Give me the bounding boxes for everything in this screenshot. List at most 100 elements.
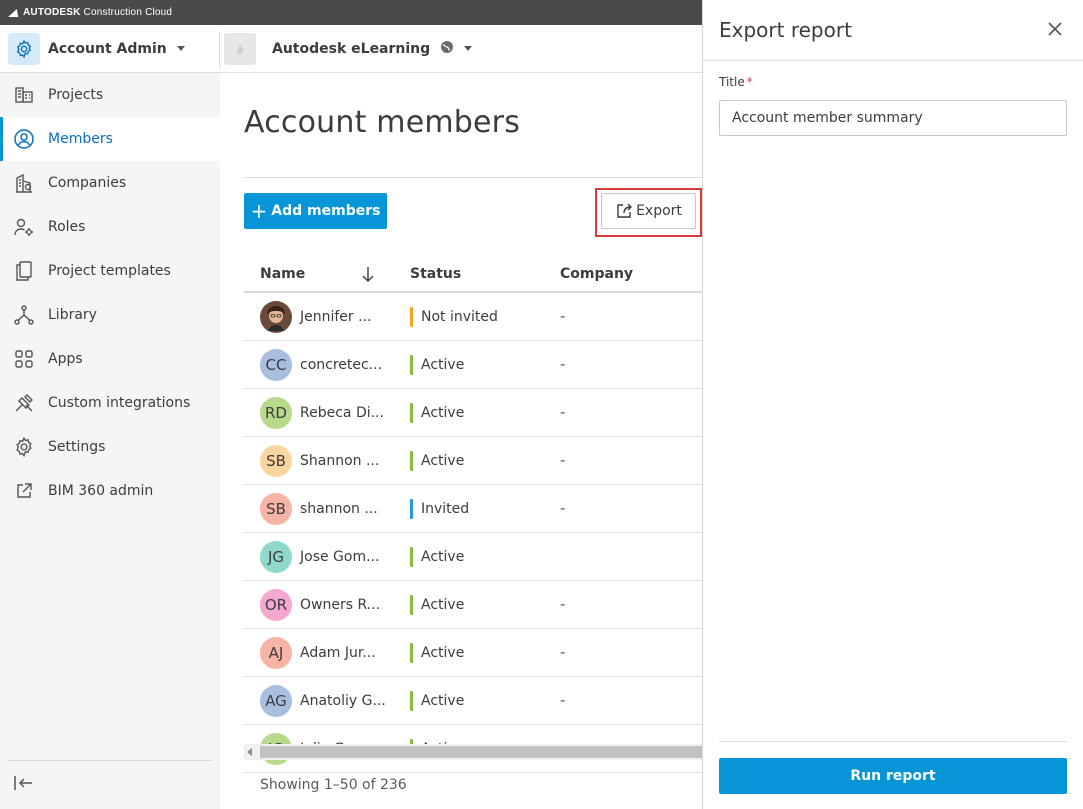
sidebar-item-companies[interactable]: Companies — [0, 161, 220, 205]
sidebar-item-settings[interactable]: Settings — [0, 425, 220, 469]
companies-icon — [13, 172, 35, 194]
company-cell: - — [560, 645, 566, 661]
apps-icon — [13, 348, 35, 370]
status-text: Active — [421, 453, 465, 469]
status-cell: Invited — [410, 499, 469, 519]
table-row[interactable]: CC concretec... Active - — [244, 341, 702, 389]
title-divider — [244, 177, 702, 178]
table-row[interactable]: AJ Adam Jur... Active - — [244, 629, 702, 677]
sidebar-item-label: Library — [48, 307, 97, 323]
status-cell: Active — [410, 547, 464, 567]
sidebar-item-label: Custom integrations — [48, 395, 191, 411]
run-report-button[interactable]: Run report — [719, 758, 1067, 794]
members-icon — [13, 128, 35, 150]
column-header-status[interactable]: Status — [410, 255, 461, 293]
sidebar-item-projects[interactable]: Projects — [0, 73, 220, 117]
member-name[interactable]: Anatoliy G... — [300, 677, 386, 725]
member-name[interactable]: Shannon ... — [300, 437, 379, 485]
column-header-company[interactable]: Company — [560, 255, 633, 293]
settings-icon — [13, 436, 35, 458]
scroll-left-icon[interactable] — [247, 748, 252, 756]
status-text: Active — [421, 645, 465, 661]
chevron-down-icon — [176, 46, 185, 51]
table-row[interactable]: JG Jose Gom... Active — [244, 533, 702, 581]
export-icon — [615, 202, 633, 220]
collapse-sidebar-icon[interactable] — [12, 771, 36, 795]
title-field-label-text: Title — [719, 75, 745, 89]
avatar: JG — [260, 541, 292, 573]
avatar — [260, 301, 292, 333]
pagination-summary: Showing 1–50 of 236 — [260, 777, 407, 793]
table-row[interactable]: RD Rebeca Di... Active - — [244, 389, 702, 437]
status-text: Invited — [421, 501, 470, 517]
external-link-icon — [13, 480, 35, 502]
sort-down-icon[interactable] — [362, 255, 374, 293]
brand-product: Construction Cloud — [83, 7, 173, 18]
sidebar-item-roles[interactable]: Roles — [0, 205, 220, 249]
avatar: CC — [260, 349, 292, 381]
horizontal-scrollbar[interactable] — [244, 744, 702, 760]
column-header-name[interactable]: Name — [260, 255, 305, 293]
sidebar-item-label: Members — [48, 131, 113, 147]
table-row[interactable]: SB shannon ... Invited - — [244, 485, 702, 533]
run-report-label: Run report — [850, 768, 936, 784]
status-indicator — [410, 691, 413, 711]
member-name[interactable]: Adam Jur... — [300, 629, 376, 677]
sidebar-item-label: BIM 360 admin — [48, 483, 154, 499]
table-row[interactable]: OR Owners R... Active - — [244, 581, 702, 629]
table-row[interactable]: Jennifer ... Not invited - — [244, 293, 702, 341]
member-name[interactable]: shannon ... — [300, 485, 378, 533]
sidebar-item-library[interactable]: Library — [0, 293, 220, 337]
sidebar-item-project-templates[interactable]: Project templates — [0, 249, 220, 293]
status-text: Not invited — [421, 309, 498, 325]
status-text: Active — [421, 357, 465, 373]
status-indicator — [410, 643, 413, 663]
sidebar-item-custom-integrations[interactable]: Custom integrations — [0, 381, 220, 425]
main-content: Account members + Add members Export Nam… — [220, 73, 702, 809]
header-divider — [219, 31, 220, 67]
member-name[interactable]: concretec... — [300, 341, 382, 389]
close-icon[interactable] — [1046, 20, 1064, 38]
title-field-label: Title * — [719, 75, 753, 89]
project-selector[interactable]: Autodesk eLearning — [224, 25, 473, 72]
add-members-label: Add members — [271, 203, 381, 219]
account-selector[interactable]: Account Admin — [0, 25, 220, 72]
sidebar-divider — [8, 760, 212, 761]
export-report-panel: Export report Title* Run report — [702, 0, 1083, 809]
scrollbar-thumb[interactable] — [260, 746, 702, 758]
status-cell: Active — [410, 691, 464, 711]
report-title-input[interactable] — [719, 100, 1067, 136]
sidebar-item-bim360-admin[interactable]: BIM 360 admin — [0, 469, 220, 513]
table-row[interactable]: AG Anatoliy G... Active - — [244, 677, 702, 725]
column-status-label: Status — [410, 266, 462, 282]
templates-icon — [13, 260, 35, 282]
add-members-button[interactable]: + Add members — [244, 193, 387, 229]
plus-icon: + — [250, 199, 268, 223]
avatar: AJ — [260, 637, 292, 669]
autodesk-logo[interactable]: AUTODESK Construction Cloud — [10, 7, 172, 18]
globe-icon — [440, 40, 454, 58]
sidebar-item-apps[interactable]: Apps — [0, 337, 220, 381]
member-name[interactable]: Jennifer ... — [300, 293, 371, 341]
sidebar-item-members[interactable]: Members — [0, 117, 220, 161]
export-label: Export — [636, 203, 682, 219]
table-row[interactable]: SB Shannon ... Active - — [244, 437, 702, 485]
status-cell: Active — [410, 403, 464, 423]
status-text: Active — [421, 597, 465, 613]
status-indicator — [410, 403, 413, 423]
top-header: Account Admin Autodesk eLearning — [0, 25, 702, 73]
member-name[interactable]: Owners R... — [300, 581, 380, 629]
sidebar-item-label: Companies — [48, 175, 127, 191]
library-icon — [13, 304, 35, 326]
member-name[interactable]: Rebeca Di... — [300, 389, 384, 437]
integrations-icon — [13, 392, 35, 414]
chevron-down-icon — [464, 46, 473, 51]
panel-header-divider — [703, 60, 1083, 61]
avatar: OR — [260, 589, 292, 621]
export-button[interactable]: Export — [601, 193, 696, 229]
member-name[interactable]: Jose Gom... — [300, 533, 379, 581]
panel-title: Export report — [719, 18, 852, 42]
members-table-body: Jennifer ... Not invited - CC concretec... Ac… — [244, 293, 702, 773]
status-text: Active — [421, 405, 465, 421]
company-cell: - — [560, 405, 566, 421]
